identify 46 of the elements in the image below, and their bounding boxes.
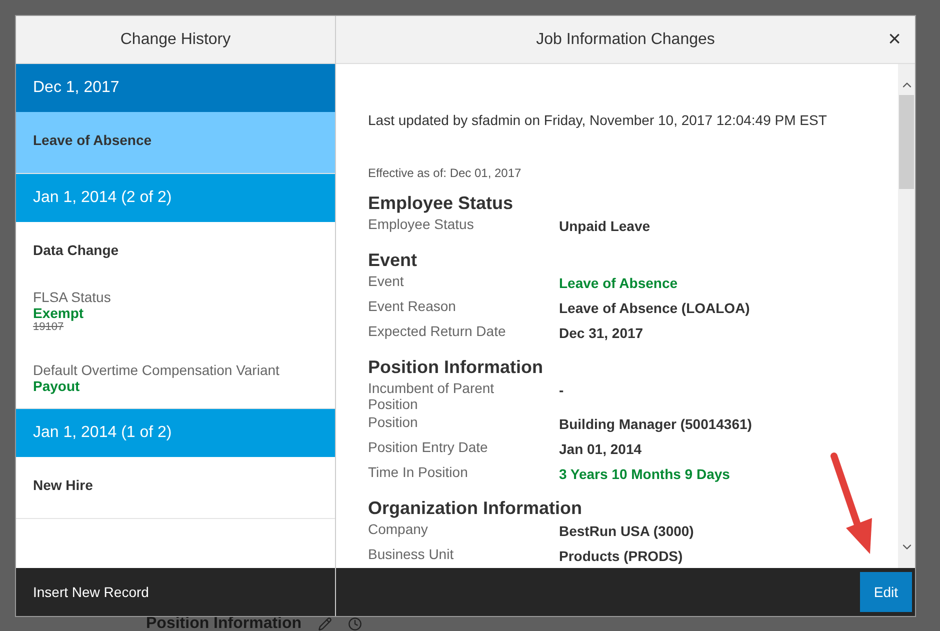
scroll-thumb[interactable] bbox=[899, 95, 914, 189]
new-value: Exempt bbox=[33, 305, 84, 321]
field-label: Time In Position bbox=[368, 464, 469, 480]
entry-title: Data Change bbox=[33, 241, 120, 260]
field-label: Company bbox=[368, 521, 429, 537]
field-label: Employee Status bbox=[368, 216, 475, 232]
entry-title: New Hire bbox=[33, 476, 94, 495]
section-title: Position Information bbox=[368, 356, 544, 378]
effective-date-text: Effective as of: Dec 01, 2017 bbox=[368, 165, 522, 182]
field-value: BestRun USA (3000) bbox=[559, 522, 694, 539]
panel-title: Change History bbox=[120, 30, 231, 50]
last-updated-text: Last updated by sfadmin on Friday, November 10, 2017 12:04:49 PM EST bbox=[368, 111, 828, 130]
field-label: Position bbox=[368, 414, 419, 430]
clock-icon[interactable] bbox=[348, 617, 362, 631]
edit-button[interactable]: Edit bbox=[860, 572, 912, 612]
field-label: FLSA Status bbox=[33, 289, 111, 305]
section-heading: Position Information bbox=[146, 617, 302, 631]
field-label: Event Reason bbox=[368, 298, 457, 314]
field-value: Jan 01, 2014 bbox=[559, 440, 642, 457]
scrollbar[interactable] bbox=[898, 64, 915, 568]
pencil-icon[interactable] bbox=[318, 617, 332, 631]
section-title: Organization Information bbox=[368, 497, 583, 519]
close-button[interactable]: × bbox=[888, 28, 901, 50]
field-label: Position Entry Date bbox=[368, 439, 489, 455]
field-value: Products (PRODS) bbox=[559, 547, 683, 564]
field-value: 3 Years 10 Months 9 Days bbox=[559, 465, 730, 482]
field-value: Leave of Absence (LOALOA) bbox=[559, 299, 750, 316]
entry-title: Leave of Absence bbox=[33, 131, 153, 150]
section-title: Event bbox=[368, 249, 418, 271]
field-value: Building Manager (50014361) bbox=[559, 415, 752, 432]
panel-title: Job Information Changes bbox=[536, 30, 715, 50]
field-label: Incumbent of Parent Position bbox=[368, 380, 496, 412]
field-value: Leave of Absence bbox=[559, 274, 678, 291]
section-title: Employee Status bbox=[368, 192, 514, 214]
old-value: 19107 bbox=[33, 321, 64, 334]
history-entry[interactable]: Leave of Absence bbox=[16, 112, 335, 174]
field-value: - bbox=[559, 381, 564, 398]
field-value: Unpaid Leave bbox=[559, 217, 650, 234]
field-value: Dec 31, 2017 bbox=[559, 324, 644, 341]
field-label: Business Unit bbox=[368, 546, 455, 562]
field-label: Expected Return Date bbox=[368, 323, 507, 339]
field-label: Event bbox=[368, 273, 405, 289]
insert-record-button[interactable]: Insert New Record bbox=[33, 582, 149, 602]
field-label: Default Overtime Compensation Variant bbox=[33, 362, 280, 378]
history-date-header[interactable]: Dec 1, 2017 bbox=[16, 64, 335, 112]
new-value: Payout bbox=[33, 378, 80, 394]
